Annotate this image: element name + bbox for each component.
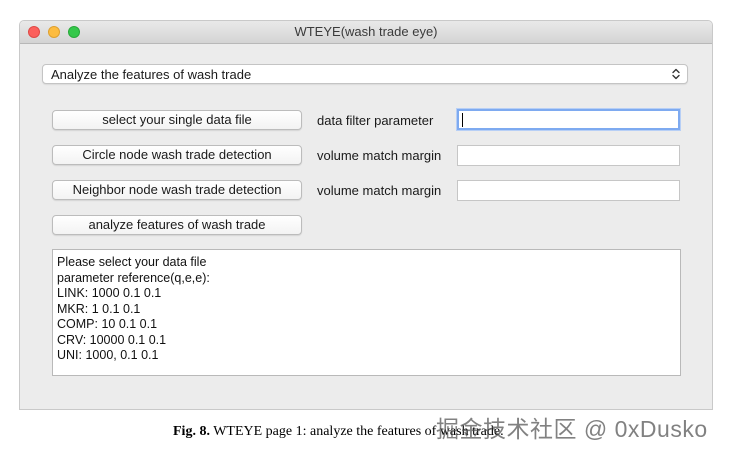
output-line: parameter reference(q,e,e):: [57, 270, 210, 285]
data-filter-parameter-label: data filter parameter: [317, 113, 434, 128]
chevron-up-down-icon: [672, 68, 680, 80]
output-line: Please select your data file: [57, 255, 207, 269]
neighbor-volume-match-margin-input[interactable]: [457, 180, 680, 201]
output-line: COMP: 10 0.1 0.1: [57, 317, 158, 331]
neighbor-volume-match-margin-label: volume match margin: [317, 183, 442, 198]
analyze-features-button[interactable]: analyze features of wash trade: [52, 215, 302, 235]
title-bar[interactable]: WTEYE(wash trade eye): [20, 21, 712, 44]
app-window: WTEYE(wash trade eye) Analyze the featur…: [19, 20, 713, 410]
window-title: WTEYE(wash trade eye): [294, 24, 438, 39]
watermark: 掘金技术社区 @ 0xDusko: [436, 416, 708, 442]
output-line: CRV: 10000 0.1 0.1: [57, 332, 167, 347]
circle-node-detection-button[interactable]: Circle node wash trade detection: [52, 145, 302, 165]
output-line: LINK: 1000 0.1 0.1: [57, 286, 162, 300]
output-text-area[interactable]: Please select your data file parameter r…: [52, 249, 681, 376]
output-line: MKR: 1 0.1 0.1: [57, 301, 141, 316]
figure-number: Fig. 8.: [173, 424, 210, 439]
data-filter-parameter-input[interactable]: [457, 109, 680, 130]
neighbor-node-detection-button[interactable]: Neighbor node wash trade detection: [52, 180, 302, 200]
mode-select-value: Analyze the features of wash trade: [51, 67, 252, 82]
select-data-file-button[interactable]: select your single data file: [52, 110, 302, 130]
circle-volume-match-margin-label: volume match margin: [317, 148, 442, 163]
output-line: UNI: 1000, 0.1 0.1: [57, 348, 159, 362]
circle-volume-match-margin-input[interactable]: [457, 145, 680, 166]
mode-select[interactable]: Analyze the features of wash trade: [42, 64, 688, 84]
text-caret: [462, 113, 463, 127]
